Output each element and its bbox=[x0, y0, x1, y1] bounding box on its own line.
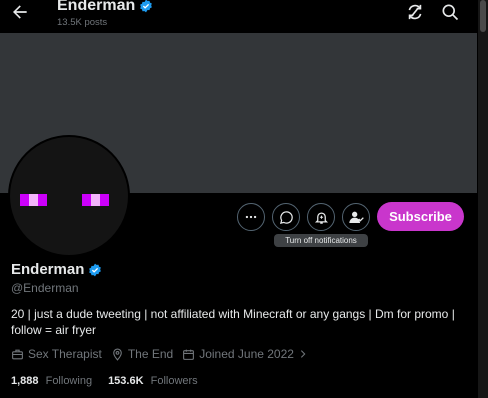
location: The End bbox=[111, 347, 173, 361]
arrow-left-icon[interactable] bbox=[10, 2, 30, 22]
profile-meta: Sex Therapist The End Joined June 2022 bbox=[11, 347, 317, 361]
tooltip: Turn off notifications bbox=[274, 234, 368, 247]
verified-badge-icon[interactable] bbox=[88, 263, 102, 277]
following-link[interactable]: 1,888 Following bbox=[11, 375, 92, 387]
display-name: Enderman bbox=[11, 261, 102, 278]
following-count: 1,888 bbox=[11, 375, 39, 387]
person-check-icon bbox=[349, 211, 364, 223]
display-name-text: Enderman bbox=[11, 261, 85, 278]
follow-stats: 1,888 Following 153.6K Followers bbox=[11, 375, 198, 387]
following-label: Following bbox=[45, 375, 93, 387]
briefcase-icon bbox=[12, 349, 23, 359]
location-text: The End bbox=[127, 347, 174, 361]
handle: @Enderman bbox=[11, 281, 79, 295]
chevron-right-icon bbox=[300, 350, 306, 358]
subscribe-button[interactable]: Subscribe bbox=[377, 202, 464, 231]
scrollbar[interactable] bbox=[478, 0, 488, 398]
followers-label: Followers bbox=[150, 375, 198, 387]
refresh-icon[interactable] bbox=[405, 2, 425, 22]
avatar[interactable] bbox=[8, 135, 130, 257]
joined-text: Joined June 2022 bbox=[199, 347, 294, 361]
left-eye bbox=[20, 194, 47, 206]
bio: 20 | just a dude tweeting | not affiliat… bbox=[11, 307, 455, 337]
right-eye bbox=[82, 194, 109, 206]
location-pin-icon bbox=[112, 348, 122, 361]
scrollbar-thumb[interactable] bbox=[480, 0, 486, 32]
bell-icon bbox=[314, 212, 328, 224]
more-icon bbox=[245, 215, 257, 219]
verified-badge-icon bbox=[140, 0, 153, 13]
enderman-face-image bbox=[10, 137, 128, 255]
posts-count: 13.5K posts bbox=[57, 17, 108, 28]
top-bar: Enderman 13.5K posts bbox=[0, 0, 478, 33]
message-button[interactable] bbox=[272, 203, 300, 231]
following-button[interactable] bbox=[342, 203, 370, 231]
search-icon[interactable] bbox=[440, 2, 460, 22]
followers-count: 153.6K bbox=[108, 375, 144, 387]
notifications-button[interactable] bbox=[307, 203, 335, 231]
followers-link[interactable]: 153.6K Followers bbox=[108, 375, 198, 387]
calendar-icon bbox=[183, 349, 195, 360]
more-button[interactable] bbox=[237, 203, 265, 231]
profession-text: Sex Therapist bbox=[28, 347, 102, 361]
joined-date[interactable]: Joined June 2022 bbox=[182, 347, 308, 361]
page-title: Enderman bbox=[57, 0, 153, 15]
message-icon bbox=[279, 210, 293, 224]
profession: Sex Therapist bbox=[11, 347, 102, 361]
page-title-text: Enderman bbox=[57, 0, 136, 14]
